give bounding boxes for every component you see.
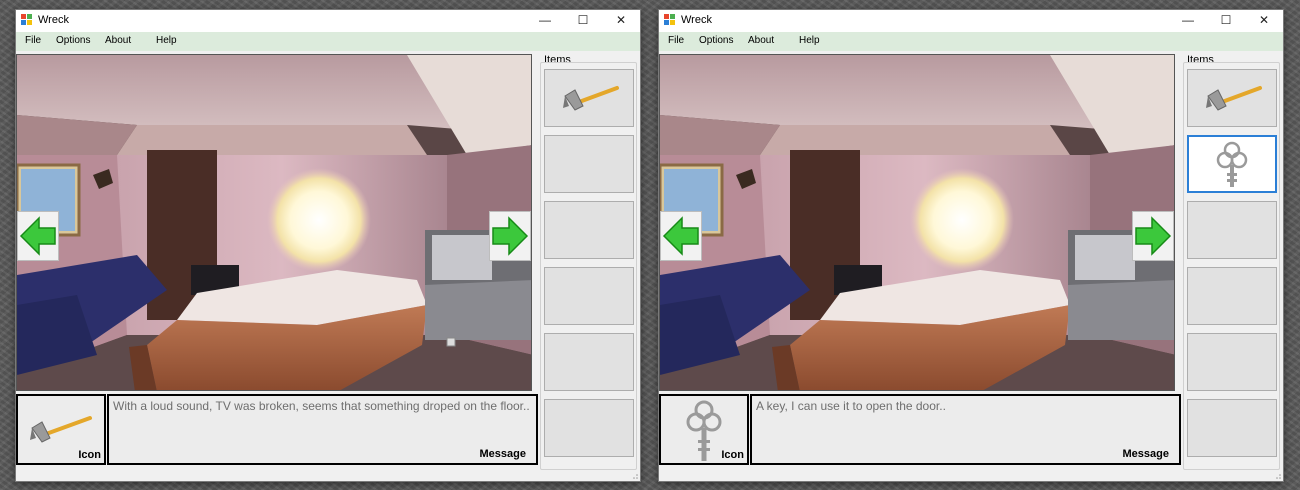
menu-bar: File Options About Help [16, 32, 640, 51]
arrow-left-icon [19, 216, 56, 256]
minimize-button[interactable]: — [1169, 10, 1207, 32]
inventory-slot-6[interactable] [1187, 399, 1277, 457]
inventory-slot-5[interactable] [544, 333, 634, 391]
title-bar[interactable]: Wreck — ☐ ✕ [16, 10, 640, 32]
maximize-button[interactable]: ☐ [564, 10, 602, 32]
message-caption: Message [1122, 448, 1169, 460]
inventory-slot-4[interactable] [1187, 267, 1277, 325]
menu-bar: File Options About Help [659, 32, 1283, 51]
window-title: Wreck [38, 14, 69, 26]
inventory-slot-1[interactable] [544, 69, 634, 127]
menu-help[interactable]: Help [156, 35, 177, 46]
close-button[interactable]: ✕ [602, 10, 640, 32]
arrow-left-icon [662, 216, 699, 256]
message-text: With a loud sound, TV was broken, seems … [113, 399, 530, 413]
hammer-icon [563, 86, 619, 111]
icon-caption: Icon [78, 449, 101, 461]
bedroom-image [660, 55, 1174, 390]
message-text: A key, I can use it to open the door.. [756, 399, 946, 413]
arrow-right-icon [492, 216, 529, 256]
hammer-icon [1206, 86, 1262, 111]
bedroom-image [17, 55, 531, 390]
resize-grip-icon[interactable] [630, 471, 638, 479]
menu-file[interactable]: File [25, 35, 41, 46]
inventory-slot-4[interactable] [544, 267, 634, 325]
inventory-slot-1[interactable] [1187, 69, 1277, 127]
previous-room-button[interactable] [660, 211, 702, 261]
maximize-button[interactable]: ☐ [1207, 10, 1245, 32]
inventory-slot-2[interactable] [1187, 135, 1277, 193]
next-room-button[interactable] [489, 211, 531, 261]
title-bar[interactable]: Wreck — ☐ ✕ [659, 10, 1283, 32]
message-caption: Message [479, 448, 526, 460]
current-item-icon-box: Icon [659, 394, 749, 465]
menu-file[interactable]: File [668, 35, 684, 46]
window-title: Wreck [681, 14, 712, 26]
app-icon [664, 14, 675, 25]
message-box: A key, I can use it to open the door.. M… [750, 394, 1181, 465]
menu-help[interactable]: Help [799, 35, 820, 46]
inventory-slot-3[interactable] [1187, 201, 1277, 259]
menu-options[interactable]: Options [56, 35, 90, 46]
key-icon [1216, 141, 1248, 187]
menu-about[interactable]: About [105, 35, 131, 46]
inventory-slot-5[interactable] [1187, 333, 1277, 391]
minimize-button[interactable]: — [526, 10, 564, 32]
room-scene[interactable] [659, 54, 1175, 391]
inventory-slot-6[interactable] [544, 399, 634, 457]
inventory-slot-2[interactable] [544, 135, 634, 193]
app-icon [21, 14, 32, 25]
icon-caption: Icon [721, 449, 744, 461]
message-box: With a loud sound, TV was broken, seems … [107, 394, 538, 465]
room-scene[interactable] [16, 54, 532, 391]
resize-grip-icon[interactable] [1273, 471, 1281, 479]
menu-about[interactable]: About [748, 35, 774, 46]
game-window-1: Wreck — ☐ ✕ File Options About Help Item… [15, 9, 641, 482]
current-item-icon-box: Icon [16, 394, 106, 465]
game-window-2: Wreck — ☐ ✕ File Options About Help Item… [658, 9, 1284, 482]
arrow-right-icon [1135, 216, 1172, 256]
inventory-slot-3[interactable] [544, 201, 634, 259]
next-room-button[interactable] [1132, 211, 1174, 261]
menu-options[interactable]: Options [699, 35, 733, 46]
previous-room-button[interactable] [17, 211, 59, 261]
close-button[interactable]: ✕ [1245, 10, 1283, 32]
